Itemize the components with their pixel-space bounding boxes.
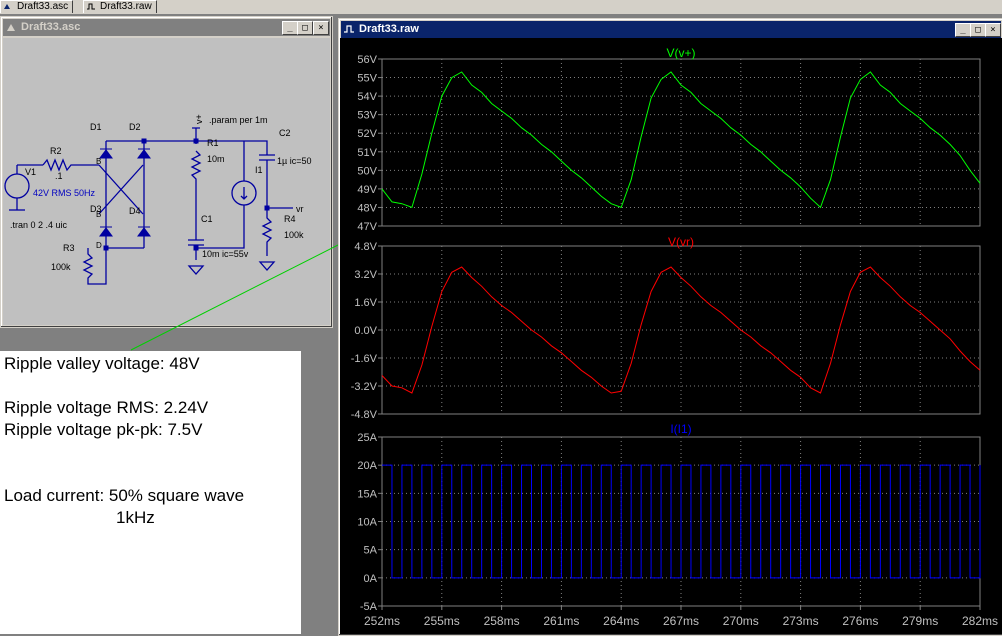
close-button[interactable]: × [313,21,329,35]
label-v1-value: 42V RMS 50Hz [33,188,96,198]
note-ripple-pkpk: Ripple voltage pk-pk: 7.5V [4,420,203,439]
notes-textbox: Ripple valley voltage: 48V Ripple voltag… [0,351,301,634]
y-tick-label: 51V [357,147,377,159]
y-tick-label: -1.6V [351,353,378,365]
document-tab-strip: Draft33.asc Draft33.raw [0,0,1002,15]
window-title: Draft33.raw [359,23,419,35]
label-r3: R3 [63,243,75,253]
tab-draft33-raw[interactable]: Draft33.raw [83,0,157,13]
y-tick-label: 10A [357,517,377,529]
window-title: Draft33.asc [21,21,81,33]
maximize-button[interactable]: □ [297,21,313,35]
note-ripple-valley: Ripple valley voltage: 48V [4,354,200,373]
y-tick-label: 48V [357,202,377,214]
x-tick-label: 276ms [842,614,878,628]
x-tick-label: 252ms [364,614,400,628]
pin-label: B [96,210,101,219]
label-c2-value: 1µ ic=50 [277,156,311,166]
junction-dot [141,138,147,144]
label-i1: I1 [255,165,263,175]
trace-title[interactable]: V(v+) [666,46,695,60]
maximize-button[interactable]: □ [970,23,986,37]
y-tick-label: 5A [364,545,378,557]
pin-label: D [96,241,102,250]
label-c2: C2 [279,128,291,138]
label-v1: V1 [25,167,36,177]
label-r1-value: 10m [207,154,225,164]
waveform-plot-area[interactable]: 56V 55V 54V 53V 52V 51V 50V 49V 48V 47V V(v+) 4.8V… [340,38,1002,634]
y-tick-label: 0.0V [354,325,377,337]
label-d4: D4 [129,206,141,216]
y-tick-label: -5A [360,601,378,613]
waveform-icon [344,25,354,33]
x-tick-label: 255ms [424,614,460,628]
x-tick-label: 282ms [962,614,998,628]
label-c1: C1 [201,214,213,224]
junction-dot [264,205,270,211]
trace-title[interactable]: I(I1) [670,422,691,436]
label-r4-value: 100k [284,230,304,240]
y-tick-label: 15A [357,488,377,500]
waveform-titlebar[interactable]: Draft33.raw _ □ × [341,21,1001,38]
y-tick-label: 0A [364,573,378,585]
tab-label: Draft33.raw [100,1,152,12]
label-r2-value: .1 [55,171,63,181]
y-tick-label: 47V [357,221,377,233]
x-tick-label: 279ms [902,614,938,628]
minimize-button[interactable]: _ [282,21,298,35]
y-tick-label: 53V [357,110,377,122]
x-tick-label: 267ms [663,614,699,628]
y-tick-label: 3.2V [354,269,377,281]
schematic-icon [7,24,15,31]
label-r2: R2 [50,146,62,156]
waveform-icon [87,3,95,10]
x-tick-label: 264ms [603,614,639,628]
y-tick-label: 55V [357,73,377,85]
x-tick-label: 273ms [783,614,819,628]
label-vplus-net: v+ [194,114,204,124]
label-c1-value: 10m ic=55v [202,249,249,259]
x-tick-label: 261ms [543,614,579,628]
note-frequency: 1kHz [116,508,155,527]
label-d2: D2 [129,122,141,132]
label-tran-directive: .tran 0 2 .4 uic [10,220,68,230]
y-tick-label: 4.8V [354,241,377,253]
schematic-icon [4,4,10,9]
y-tick-label: 50V [357,165,377,177]
junction-dot [193,245,199,251]
y-tick-label: 52V [357,128,377,140]
y-tick-label: 25A [357,432,377,444]
y-tick-label: 56V [357,54,377,66]
x-tick-label: 258ms [484,614,520,628]
schematic-titlebar[interactable]: Draft33.asc _ □ × [3,19,330,36]
label-r1: R1 [207,138,219,148]
label-d1: D1 [90,122,102,132]
x-tick-label: 270ms [723,614,759,628]
close-button[interactable]: × [985,23,1001,37]
y-tick-label: 20A [357,460,377,472]
junction-dot [193,138,199,144]
minimize-button[interactable]: _ [955,23,971,37]
label-r3-value: 100k [51,262,71,272]
label-r4: R4 [284,214,296,224]
trace-title[interactable]: V(vr) [668,235,694,249]
schematic-canvas[interactable]: V1 42V RMS 50Hz R2 .1 D1 D2 D3 D4 B B D … [3,38,330,325]
y-tick-label: -4.8V [351,409,378,421]
tab-label: Draft33.asc [17,1,69,12]
note-load-current: Load current: 50% square wave [4,486,245,505]
junction-dot [103,245,109,251]
label-vr-net: vr [296,204,304,214]
note-ripple-rms: Ripple voltage RMS: 2.24V [4,398,209,417]
schematic-window: Draft33.asc _ □ × V1 42V RMS 50Hz R2 .1 … [0,16,333,328]
pin-label: B [96,157,101,166]
y-tick-label: -3.2V [351,381,378,393]
tab-draft33-asc[interactable]: Draft33.asc [0,0,74,13]
trace-line[interactable] [382,464,981,579]
label-param-directive: .param per 1m [209,115,268,125]
y-tick-label: 54V [357,91,377,103]
y-tick-label: 49V [357,184,377,196]
y-tick-label: 1.6V [354,297,377,309]
